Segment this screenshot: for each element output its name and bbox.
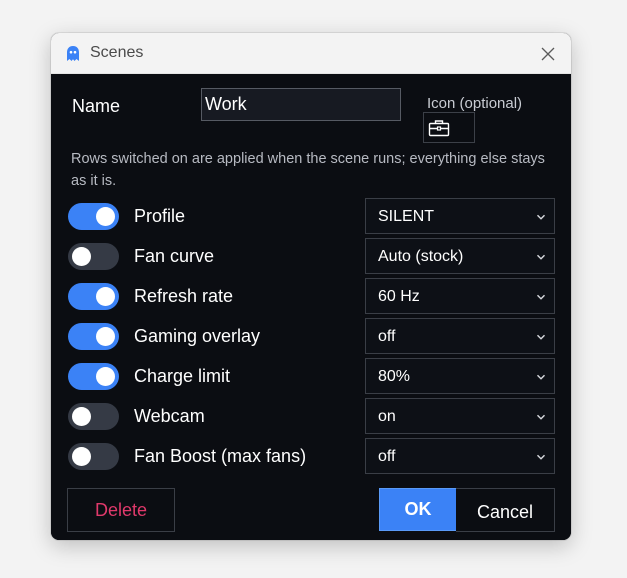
row-label-webcam: Webcam — [134, 406, 205, 426]
toggle-knob — [72, 407, 91, 426]
icon-picker-button[interactable] — [423, 112, 475, 143]
chevron-down-icon — [536, 294, 546, 300]
ok-button[interactable]: OK — [379, 488, 457, 531]
select-value: SILENT — [378, 208, 435, 225]
dialog-content: Name Icon (optional) Rows switched on ar… — [51, 74, 571, 540]
select-value: Auto (stock) — [378, 248, 464, 265]
select-value: 60 Hz — [378, 288, 420, 305]
setting-row-webcam: Webcam on — [51, 398, 571, 434]
chevron-down-icon — [536, 374, 546, 380]
row-label-gaming-overlay: Gaming overlay — [134, 326, 261, 346]
chevron-down-icon — [536, 254, 546, 260]
toggle-gaming-overlay[interactable] — [68, 323, 119, 350]
select-value: 80% — [378, 368, 411, 385]
select-refresh-rate[interactable]: 60 Hz — [365, 278, 555, 314]
select-value: off — [378, 448, 396, 465]
select-fan-curve[interactable]: Auto (stock) — [365, 238, 555, 274]
toggle-charge-limit[interactable] — [68, 363, 119, 390]
select-profile[interactable]: SILENT — [365, 198, 555, 234]
row-label-refresh-rate: Refresh rate — [134, 286, 234, 306]
briefcase-icon — [428, 119, 450, 136]
toggle-knob — [72, 247, 91, 266]
setting-row-charge-limit: Charge limit 80% — [51, 358, 571, 394]
chevron-down-icon — [536, 214, 546, 220]
select-value: on — [378, 408, 396, 425]
select-webcam[interactable]: on — [365, 398, 555, 434]
ghost-icon — [67, 46, 79, 61]
setting-row-fan-boost-max-fans: Fan Boost (max fans) off — [51, 438, 571, 474]
icon-label: Icon (optional) — [427, 95, 523, 112]
row-label-profile: Profile — [134, 206, 186, 226]
name-label: Name — [72, 96, 121, 116]
toggle-knob — [72, 447, 91, 466]
select-charge-limit[interactable]: 80% — [365, 358, 555, 394]
close-icon — [541, 47, 555, 60]
toggle-profile[interactable] — [68, 203, 119, 230]
toggle-fan-boost-max-fans[interactable] — [68, 443, 119, 470]
select-gaming-overlay[interactable]: off — [365, 318, 555, 354]
select-value: off — [378, 328, 396, 345]
setting-row-profile: Profile SILENT — [51, 198, 571, 234]
cancel-button[interactable]: Cancel — [456, 488, 555, 532]
window-title: Scenes — [90, 44, 144, 61]
row-label-fan-boost-max-fans: Fan Boost (max fans) — [134, 446, 307, 466]
toggle-knob — [96, 367, 115, 386]
setting-row-refresh-rate: Refresh rate 60 Hz — [51, 278, 571, 314]
setting-row-fan-curve: Fan curve Auto (stock) — [51, 238, 571, 274]
toggle-knob — [96, 327, 115, 346]
chevron-down-icon — [536, 334, 546, 340]
toggle-knob — [96, 207, 115, 226]
toggle-fan-curve[interactable] — [68, 243, 119, 270]
toggle-refresh-rate[interactable] — [68, 283, 119, 310]
chevron-down-icon — [536, 454, 546, 460]
toggle-knob — [96, 287, 115, 306]
name-input[interactable] — [201, 88, 401, 121]
chevron-down-icon — [536, 414, 546, 420]
row-label-fan-curve: Fan curve — [134, 246, 215, 266]
title-bar: Scenes — [51, 33, 571, 74]
select-fan-boost-max-fans[interactable]: off — [365, 438, 555, 474]
delete-button[interactable]: Delete — [67, 488, 175, 532]
close-button[interactable] — [525, 33, 571, 74]
hint-text: Rows switched on are applied when the sc… — [71, 151, 545, 189]
toggle-webcam[interactable] — [68, 403, 119, 430]
row-label-charge-limit: Charge limit — [134, 366, 231, 386]
setting-row-gaming-overlay: Gaming overlay off — [51, 318, 571, 354]
scenes-dialog: Scenes Name Icon (optional) Rows switche… — [51, 33, 571, 540]
